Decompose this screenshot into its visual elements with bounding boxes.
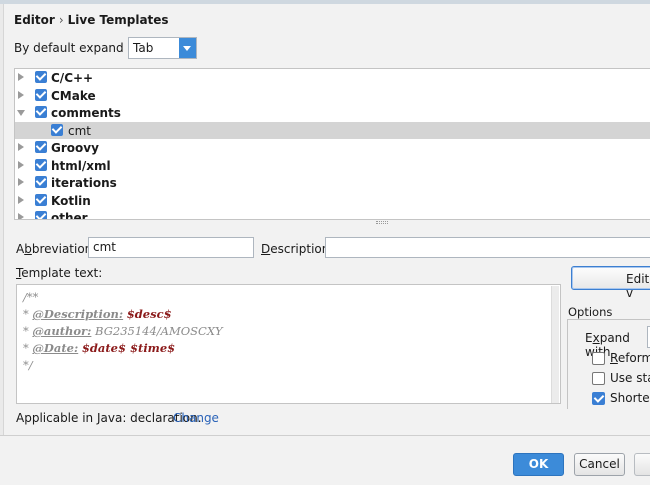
checkbox-icon[interactable] <box>592 392 605 405</box>
apply-button[interactable]: A <box>634 453 650 476</box>
code-line: */ <box>23 358 33 372</box>
abbreviation-field[interactable]: cmt <box>88 237 254 258</box>
templates-tree[interactable]: C/C++ CMake comments cmt Groovy html/xml… <box>14 68 650 220</box>
splitter-grip[interactable] <box>376 221 388 224</box>
tree-item-label: C/C++ <box>51 71 94 85</box>
expand-arrow-icon[interactable] <box>18 213 24 219</box>
breadcrumb: Editor › Live Templates <box>14 13 169 27</box>
default-expand-value: Tab <box>133 41 154 55</box>
code-line: /** <box>23 290 39 304</box>
template-text-label: Template text: <box>16 266 103 280</box>
breadcrumb-current: Live Templates <box>67 13 169 27</box>
checkbox-icon[interactable] <box>35 176 47 188</box>
chevron-down-icon[interactable] <box>179 38 196 58</box>
checkbox-icon[interactable] <box>592 352 605 365</box>
tree-item-label: Kotlin <box>51 193 91 208</box>
checkbox-icon[interactable] <box>35 88 47 101</box>
code-line: * @author: BG235144/AMOSCXY <box>23 324 223 338</box>
tree-item-label: CMake <box>51 88 96 103</box>
breadcrumb-parent: Editor <box>14 13 55 27</box>
tree-group-groovy[interactable]: Groovy <box>15 139 650 157</box>
expand-arrow-icon[interactable] <box>18 90 24 99</box>
checkbox-icon[interactable] <box>35 158 47 171</box>
tree-group-cpp[interactable]: C/C++ <box>15 69 650 87</box>
tree-group-iterations[interactable]: iterations <box>15 174 650 192</box>
expand-arrow-icon[interactable] <box>18 143 24 151</box>
tree-item-cmt[interactable]: cmt <box>15 121 650 139</box>
tree-item-label: other <box>51 211 88 220</box>
checkbox-icon[interactable] <box>35 211 47 219</box>
description-label: Description: <box>261 242 334 256</box>
tree-group-other[interactable]: other <box>15 209 650 220</box>
tree-item-label: comments <box>51 106 121 120</box>
breadcrumb-separator: › <box>58 13 64 27</box>
tree-item-label: cmt <box>68 123 91 138</box>
footer-divider <box>0 435 650 436</box>
checkbox-icon[interactable] <box>35 141 47 153</box>
checkbox-icon[interactable] <box>592 372 605 385</box>
template-code: /** * @Description: $desc$ * @author: BG23… <box>23 289 223 374</box>
code-line: * @Description: $desc$ <box>23 307 172 321</box>
checkbox-icon[interactable] <box>35 106 47 118</box>
tree-group-comments[interactable]: comments <box>15 104 650 122</box>
expand-arrow-icon[interactable] <box>18 160 24 169</box>
checkbox-icon[interactable] <box>51 123 63 136</box>
ok-button[interactable]: OK <box>513 453 564 476</box>
checkbox-icon[interactable] <box>35 193 47 206</box>
description-field[interactable] <box>325 237 650 258</box>
edit-variables-button[interactable]: Edit v <box>571 266 650 300</box>
tree-item-label: iterations <box>51 176 117 190</box>
tree-group-kotlin[interactable]: Kotlin <box>15 192 650 210</box>
checkbox-icon[interactable] <box>35 71 47 83</box>
expand-arrow-icon[interactable] <box>18 195 24 204</box>
tree-group-cmake[interactable]: CMake <box>15 87 650 105</box>
window-top-strip <box>0 0 650 4</box>
expand-arrow-icon[interactable] <box>18 178 24 186</box>
tree-group-html-xml[interactable]: html/xml <box>15 157 650 175</box>
collapse-arrow-icon[interactable] <box>17 110 25 116</box>
options-title: Options <box>568 305 613 319</box>
abbreviation-label: Abbreviation: <box>16 242 97 256</box>
template-text-editor[interactable]: /** * @Description: $desc$ * @author: BG23… <box>16 284 561 404</box>
editor-scrollbar[interactable] <box>551 286 559 403</box>
left-edge <box>0 4 4 435</box>
code-line: * @Date: $date$ $time$ <box>23 341 176 355</box>
cancel-button[interactable]: Cancel <box>574 453 625 476</box>
tree-item-label: html/xml <box>51 158 111 173</box>
change-context-link[interactable]: Change <box>173 411 219 425</box>
default-expand-select[interactable]: Tab <box>128 37 197 59</box>
expand-arrow-icon[interactable] <box>18 73 24 81</box>
tree-item-label: Groovy <box>51 141 99 155</box>
